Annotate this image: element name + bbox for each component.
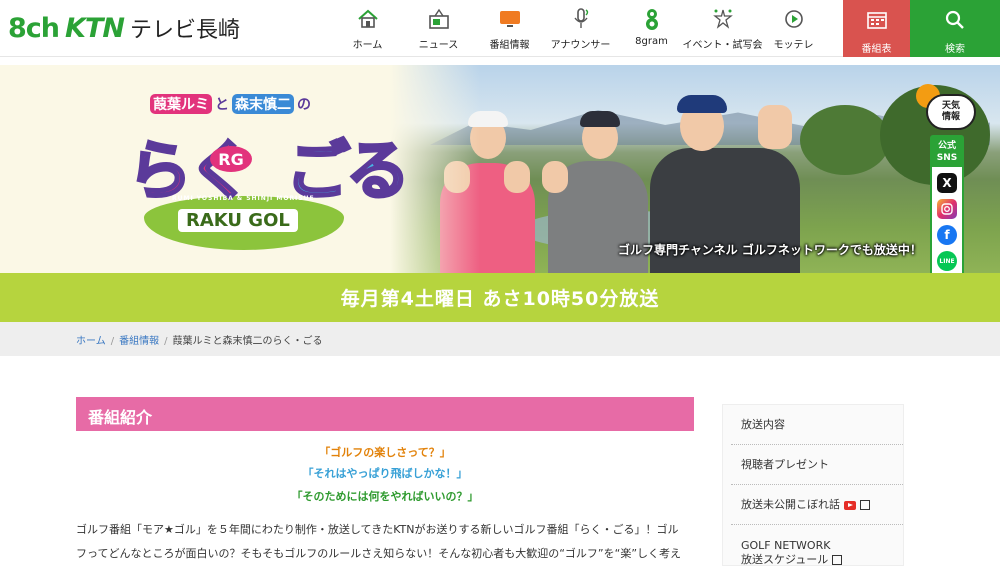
site-header: 8ch KTN テレビ長崎 ホーム ニュース 番組情報 アナウンサー 8gram… xyxy=(0,0,1000,57)
show-logo: 葭葉ルミと森末慎二の らく ごる RG RUMI YOSHIBA & SHINJI… xyxy=(120,92,412,262)
tv-icon xyxy=(497,6,523,32)
8gram-icon xyxy=(639,6,665,32)
breadcrumb: ホーム / 番組情報 / 葭葉ルミと森末慎二のらく・ごる xyxy=(0,322,1000,356)
menu-item-broadcast-content[interactable]: 放送内容 xyxy=(731,418,903,445)
facebook-icon[interactable]: f xyxy=(937,225,957,245)
x-icon[interactable]: X xyxy=(937,173,957,193)
nav-program-info-label: 番組情報 xyxy=(489,40,530,51)
breadcrumb-inner: ホーム / 番組情報 / 葭葉ルミと森末慎二のらく・ごる xyxy=(76,332,322,347)
search-label: 検索 xyxy=(945,44,965,55)
nav-8gram[interactable]: 8gram xyxy=(616,0,687,57)
program-description: ゴルフ番組「モア★ゴル」を５年間にわたり制作・放送してきたKTNがお送りする新し… xyxy=(76,518,694,566)
external-link-icon xyxy=(832,555,843,565)
logo-name-yoshiba: 葭葉ルミ xyxy=(150,94,212,114)
hero-caption: ゴルフ専門チャンネル ゴルフネットワークでも放送中！ xyxy=(618,243,922,257)
section-title: 番組紹介 xyxy=(88,408,153,427)
nav-mottele[interactable]: モッテレ xyxy=(758,0,829,57)
menu-item-viewer-present[interactable]: 視聴者プレゼント xyxy=(731,458,903,485)
hero-tree xyxy=(800,105,890,175)
youtube-icon xyxy=(844,500,856,510)
logo-to: と xyxy=(215,97,229,113)
site-logo[interactable]: 8ch KTN テレビ長崎 xyxy=(8,10,240,46)
show-logo-subtitle: RUMI YOSHIBA & SHINJI MORISUE xyxy=(172,195,315,202)
search-button[interactable]: 検索 xyxy=(910,0,1000,57)
breadcrumb-separator: / xyxy=(164,336,168,347)
menu-item-unaired-talk[interactable]: 放送未公開こぼれ話 xyxy=(731,498,903,525)
microphone-icon xyxy=(568,6,594,32)
nav-8gram-label: 8gram xyxy=(635,36,668,47)
nav-event-label: イベント・試写会 xyxy=(682,40,763,51)
nav-home-label: ホーム xyxy=(352,40,383,51)
schedule-button[interactable]: 番組表 xyxy=(843,0,910,57)
search-icon xyxy=(945,10,965,34)
description-line: フってどんなところが面白いの？そもそもゴルフのルールさえ知らない！そんな初心者も… xyxy=(76,547,682,560)
nav-program-info[interactable]: 番組情報 xyxy=(474,0,545,57)
program-side-menu: 放送内容 視聴者プレゼント 放送未公開こぼれ話 GOLF NETWORK 放送スケ… xyxy=(722,404,904,566)
section-header: 番組紹介 xyxy=(76,397,694,431)
instagram-icon[interactable] xyxy=(937,199,957,219)
logo-station-name: テレビ長崎 xyxy=(129,18,240,43)
play-icon xyxy=(781,6,807,32)
nav-news[interactable]: ニュース xyxy=(403,0,474,57)
logo-name-morisue: 森末慎二 xyxy=(232,94,294,114)
breadcrumb-separator: / xyxy=(110,336,115,347)
global-nav: ホーム ニュース 番組情報 アナウンサー 8gram イベント・試写会 モッテレ xyxy=(332,0,829,57)
news-icon xyxy=(426,6,452,32)
logo-ktn: KTN xyxy=(65,12,125,44)
broadcast-time: 毎月第4土曜日 あさ10時50分放送 xyxy=(340,288,660,310)
nav-announcer-label: アナウンサー xyxy=(550,40,611,51)
show-logo-names: 葭葉ルミと森末慎二の xyxy=(150,94,314,114)
sns-heading: 公式 SNS xyxy=(932,137,962,167)
home-icon xyxy=(355,6,381,32)
broadcast-time-band: 毎月第4土曜日 あさ10時50分放送 xyxy=(0,273,1000,322)
show-logo-raku-gol: RAKU GOL xyxy=(178,209,298,232)
menu-item-golf-network-schedule[interactable]: GOLF NETWORK 放送スケジュール xyxy=(731,539,903,566)
catch-line-3: 「そのためには何をやればいいの？」 xyxy=(291,490,479,503)
breadcrumb-program-info[interactable]: 番組情報 xyxy=(119,336,159,347)
nav-event[interactable]: イベント・試写会 xyxy=(683,0,763,57)
description-line: ゴルフ番組「モア★ゴル」を５年間にわたり制作・放送してきたKTNがお送りする新し… xyxy=(76,523,679,536)
breadcrumb-home[interactable]: ホーム xyxy=(76,336,106,347)
logo-8ch: 8ch xyxy=(8,12,60,44)
logo-no: の xyxy=(297,97,311,113)
calendar-icon xyxy=(866,10,888,34)
line-icon[interactable]: LINE xyxy=(937,251,957,271)
nav-news-label: ニュース xyxy=(418,40,459,51)
breadcrumb-current: 葭葉ルミと森末慎二のらく・ごる xyxy=(172,336,323,347)
nav-home[interactable]: ホーム xyxy=(332,0,403,57)
show-logo-rg-badge: RG xyxy=(210,146,252,172)
weather-label: 天気 情報 xyxy=(926,94,976,130)
nav-mottele-label: モッテレ xyxy=(773,40,814,51)
catch-line-2: 「それはやっぱり飛ばしかな！」 xyxy=(302,467,468,480)
nav-announcer[interactable]: アナウンサー xyxy=(545,0,616,57)
weather-button[interactable]: 天気 情報 xyxy=(916,84,978,134)
catch-line-1: 「ゴルフの楽しさって？」 xyxy=(319,446,451,459)
schedule-label: 番組表 xyxy=(861,44,892,55)
event-icon xyxy=(710,6,736,32)
external-link-icon xyxy=(860,500,870,510)
